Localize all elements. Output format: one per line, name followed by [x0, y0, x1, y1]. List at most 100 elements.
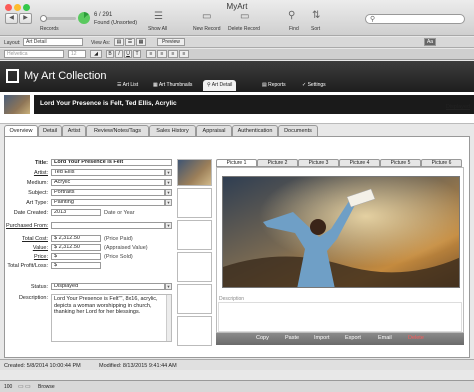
- art-type-dropdown[interactable]: ▼: [165, 199, 172, 206]
- app-window: MyArt ◀ ▶ Records 6 / 291 Found (Unsorte…: [0, 0, 474, 392]
- picture-description-field[interactable]: [218, 302, 462, 332]
- paste-button[interactable]: Paste: [285, 335, 299, 341]
- total-cost-label[interactable]: Total Cost:: [10, 236, 48, 242]
- tab-sales-history[interactable]: Sales History: [149, 125, 196, 136]
- show-all-button[interactable]: Show All: [148, 26, 167, 32]
- align-right-button[interactable]: ≡: [168, 50, 178, 58]
- nav-settings[interactable]: ✓ Settings: [302, 80, 326, 91]
- description-scrollbar[interactable]: [166, 295, 171, 341]
- tab-documents[interactable]: Documents: [278, 125, 318, 136]
- purchased-from-field[interactable]: [51, 222, 165, 229]
- underline-button[interactable]: U: [124, 50, 132, 58]
- zoom-out-icon[interactable]: ▭: [18, 383, 24, 390]
- price-label[interactable]: Price:: [10, 254, 48, 260]
- zoom-level[interactable]: 100: [4, 384, 12, 390]
- zoom-in-icon[interactable]: ▭: [25, 383, 31, 390]
- thumbnail-1[interactable]: [177, 159, 212, 186]
- nav-reports[interactable]: ▤ Reports: [262, 80, 286, 91]
- font-size-select[interactable]: 12: [68, 50, 86, 58]
- value-label[interactable]: Value:: [10, 245, 48, 251]
- italic-button[interactable]: I: [115, 50, 123, 58]
- delete-record-icon[interactable]: ▭: [240, 12, 249, 22]
- align-justify-button[interactable]: ≡: [179, 50, 189, 58]
- bold-button[interactable]: B: [106, 50, 114, 58]
- record-slider[interactable]: [40, 15, 76, 22]
- art-type-field[interactable]: Painting: [51, 199, 165, 206]
- nav-art-detail[interactable]: ⚲ Art Detail: [203, 80, 237, 91]
- thumbnail-3[interactable]: [177, 220, 212, 250]
- find-button[interactable]: Find: [289, 26, 299, 32]
- date-created-label: Date Created:: [13, 210, 48, 216]
- record-slider-knob[interactable]: [40, 15, 47, 22]
- artwork-image[interactable]: [222, 176, 460, 288]
- total-cost-hint: (Price Paid): [104, 236, 133, 242]
- artist-field[interactable]: Ted Ellis: [51, 169, 165, 176]
- purchased-from-dropdown[interactable]: ▼: [165, 222, 172, 229]
- tab-review-notes-tags[interactable]: Review/Notes/Tags: [86, 125, 149, 136]
- artist-dropdown[interactable]: ▼: [165, 169, 172, 176]
- subject-dropdown[interactable]: ▼: [165, 189, 172, 196]
- export-button[interactable]: Export: [345, 335, 361, 341]
- thumbnail-4[interactable]: [177, 252, 212, 282]
- status-label: Status:: [30, 284, 48, 290]
- new-record-icon[interactable]: ▭: [202, 12, 211, 22]
- tab-authentication[interactable]: Authentication: [232, 125, 278, 136]
- new-record-button[interactable]: New Record: [193, 26, 221, 32]
- email-button[interactable]: Email: [378, 335, 392, 341]
- subject-field[interactable]: Portraits: [51, 189, 165, 196]
- import-button[interactable]: Import: [314, 335, 330, 341]
- tab-detail[interactable]: Detail: [38, 125, 62, 136]
- record-count: 6 / 291: [94, 12, 113, 18]
- font-select[interactable]: Helvetica: [4, 50, 64, 58]
- title-field[interactable]: Lord Your Presence is Felt: [51, 159, 172, 166]
- align-center-button[interactable]: ≡: [157, 50, 167, 58]
- list-view-button[interactable]: ☰: [125, 38, 135, 46]
- tab-picture-2[interactable]: Picture 2: [257, 159, 298, 167]
- preview-button[interactable]: Preview: [157, 38, 185, 46]
- tab-picture-4[interactable]: Picture 4: [339, 159, 380, 167]
- align-left-button[interactable]: ≡: [146, 50, 156, 58]
- thumbnail-5[interactable]: [177, 284, 212, 314]
- next-record-button[interactable]: ▶: [19, 13, 32, 24]
- tab-picture-3[interactable]: Picture 3: [298, 159, 339, 167]
- quick-find-field[interactable]: ⚲: [365, 14, 465, 24]
- show-all-icon[interactable]: ☰: [154, 12, 163, 22]
- total-cost-field[interactable]: $ 2,312.50: [51, 235, 101, 242]
- tab-picture-5[interactable]: Picture 5: [380, 159, 421, 167]
- delete-picture-button[interactable]: Delete: [408, 335, 424, 341]
- status-field[interactable]: Displayed: [51, 283, 165, 290]
- mode-select[interactable]: Browse: [38, 384, 55, 390]
- price-field[interactable]: $: [51, 253, 101, 260]
- form-view-button[interactable]: ▤: [114, 38, 124, 46]
- copy-button[interactable]: Copy: [256, 335, 269, 341]
- found-set-pie-icon: [78, 12, 90, 24]
- medium-field[interactable]: Acrylic: [51, 179, 165, 186]
- thumbnail-6[interactable]: [177, 316, 212, 346]
- artist-label[interactable]: Artist:: [10, 170, 48, 176]
- nav-art-list[interactable]: ☰ Art List: [117, 80, 138, 91]
- sort-button[interactable]: Sort: [311, 26, 320, 32]
- value-field[interactable]: $ 2,312.50: [51, 244, 101, 251]
- purchased-from-label[interactable]: Purchased From:: [6, 223, 50, 229]
- status-dropdown[interactable]: ▼: [165, 283, 172, 290]
- description-field[interactable]: Lord Your Presence is Felt"", 8x16, acry…: [51, 294, 172, 342]
- table-view-button[interactable]: ▦: [136, 38, 146, 46]
- sort-icon[interactable]: ⇅: [312, 11, 320, 21]
- previous-record-button[interactable]: ◀: [5, 13, 18, 24]
- find-icon[interactable]: ⚲: [288, 11, 295, 21]
- date-created-field[interactable]: 2013: [51, 209, 101, 216]
- tab-picture-1[interactable]: Picture 1: [216, 159, 257, 167]
- delete-record-button[interactable]: Delete Record: [228, 26, 260, 32]
- tab-artist[interactable]: Artist: [62, 125, 86, 136]
- font-color-button[interactable]: ◢: [90, 50, 102, 58]
- nav-art-thumbnails[interactable]: ▦ Art Thumbnails: [153, 80, 192, 91]
- tab-appraisal[interactable]: Appraisal: [196, 125, 232, 136]
- thumbnail-2[interactable]: [177, 188, 212, 218]
- tab-picture-6[interactable]: Picture 6: [421, 159, 462, 167]
- text-style-button[interactable]: T: [133, 50, 141, 58]
- records-label: Records: [40, 26, 59, 32]
- record-status-link[interactable]: Displayed: [446, 104, 470, 110]
- formatting-bar-toggle[interactable]: Aa: [424, 38, 436, 46]
- layout-select[interactable]: Art Detail: [23, 38, 83, 46]
- medium-dropdown[interactable]: ▼: [165, 179, 172, 186]
